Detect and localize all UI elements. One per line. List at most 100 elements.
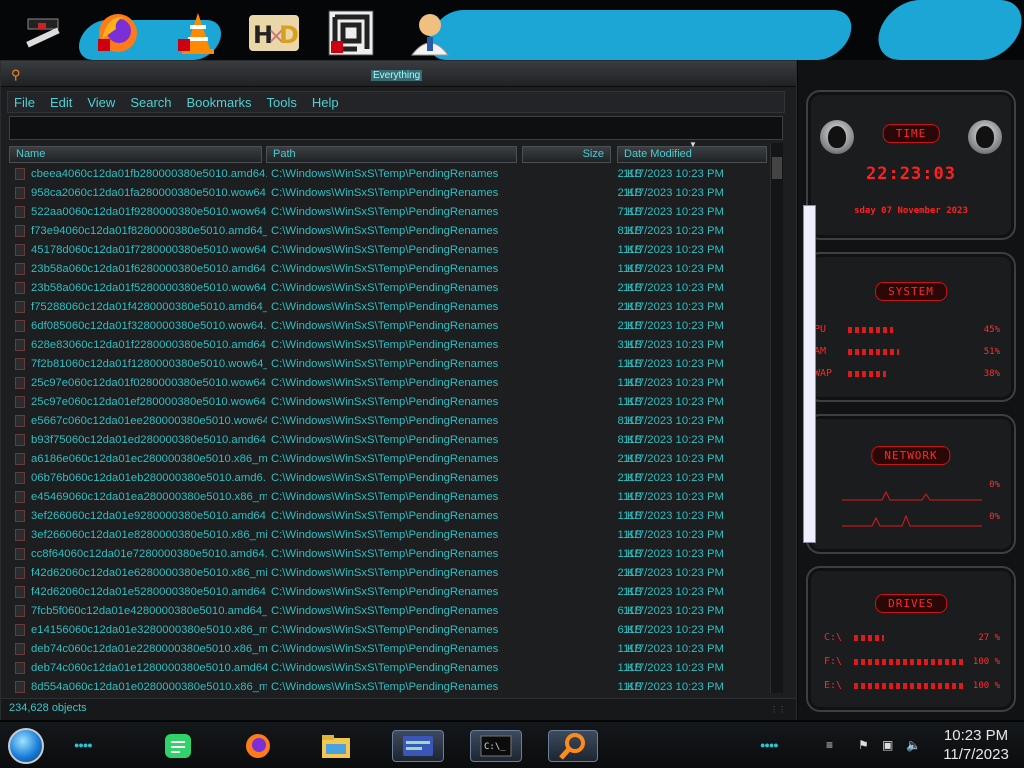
table-row[interactable]: cc8f64060c12da01e7280000380e5010.amd64..… [9,546,771,565]
column-path[interactable]: Path [266,146,517,163]
everything-search-icon[interactable] [548,730,598,762]
hxd-icon[interactable]: H × D [248,8,300,58]
table-row[interactable]: deb74c060c12da01e1280000380e5010.amd64..… [9,660,771,679]
table-row[interactable]: 3ef266060c12da01e8280000380e5010.x86_mi.… [9,527,771,546]
cell-date: 11/7/2023 10:23 PM [623,168,724,180]
table-row[interactable]: f73e94060c12da01f8280000380e5010.amd64_.… [9,223,771,242]
cell-name: 06b76b060c12da01eb280000380e5010.amd6... [31,472,267,484]
menu-edit[interactable]: Edit [44,95,78,110]
file-icon [15,225,25,237]
table-row[interactable]: cbeea4060c12da01fb280000380e5010.amd64..… [9,166,771,185]
system-gadget-title: SYSTEM [875,282,947,301]
table-row[interactable]: 7f2b81060c12da01f1280000380e5010.wow64_.… [9,356,771,375]
gadget-date: sday 07 November 2023 [854,206,968,216]
file-icon [15,453,25,465]
alien-head-icon [968,120,1002,154]
table-row[interactable]: b93f75060c12da01ed280000380e5010.amd64..… [9,432,771,451]
file-explorer-icon[interactable] [314,730,358,762]
search-input[interactable] [9,116,783,140]
magnifier-icon: ⚲ [11,67,21,82]
table-row[interactable]: 23b58a060c12da01f5280000380e5010.wow64..… [9,280,771,299]
table-row[interactable]: 522aa0060c12da01f9280000380e5010.wow64..… [9,204,771,223]
action-center-flag-icon[interactable]: ⚑ [858,738,872,752]
alien-head-icon [820,120,854,154]
network-out-value: 0% [989,512,1000,522]
table-row[interactable]: 958ca2060c12da01fa280000380e5010.wow64..… [9,185,771,204]
network-in-value: 0% [989,480,1000,490]
scrollbar-thumb[interactable] [772,157,782,179]
system-gadget: SYSTEM PU 45% AM 51% WAP 38% [806,252,1016,402]
tool-app-icon[interactable] [18,8,70,58]
cell-path: C:\Windows\WinSxS\Temp\PendingRenames [271,662,499,674]
table-row[interactable]: e14156060c12da01e3280000380e5010.x86_mi.… [9,622,771,641]
menu-tools[interactable]: Tools [261,95,303,110]
cell-path: C:\Windows\WinSxS\Temp\PendingRenames [271,453,499,465]
menu-bookmarks[interactable]: Bookmarks [181,95,258,110]
file-icon [15,529,25,541]
table-row[interactable]: 6df085060c12da01f3280000380e5010.wow64..… [9,318,771,337]
column-name[interactable]: Name [9,146,262,163]
title-bar[interactable]: ⚲ Everything [1,61,796,87]
taskbar-clock[interactable]: 10:23 PM 11/7/2023 [934,726,1018,764]
firefox-icon[interactable] [236,730,280,762]
everything-window: ⚲ Everything File Edit View Search Bookm… [0,60,797,720]
table-row[interactable]: e45469060c12da01ea280000380e5010.x86_mi.… [9,489,771,508]
drive-label: E:\ [824,680,843,691]
table-row[interactable]: 45178d060c12da01f7280000380e5010.wow64..… [9,242,771,261]
table-row[interactable]: 06b76b060c12da01eb280000380e5010.amd6...… [9,470,771,489]
cell-date: 11/7/2023 10:23 PM [623,358,724,370]
terminal-icon[interactable]: C:\_ [470,730,522,762]
network-gadget: NETWORK 0% 0% [806,414,1016,554]
maze-app-icon[interactable] [325,8,377,58]
vlc-icon[interactable] [172,8,224,58]
table-row[interactable]: 25c97e060c12da01ef280000380e5010.wow64..… [9,394,771,413]
table-row[interactable]: 7fcb5f060c12da01e4280000380e5010.amd64_.… [9,603,771,622]
column-size[interactable]: Size [522,146,611,163]
file-icon [15,510,25,522]
decor-dots: ●●●● [74,740,93,750]
file-icon [15,662,25,674]
file-icon [15,187,25,199]
system-level-bar [848,371,886,377]
svg-text:C:\_: C:\_ [484,742,506,752]
cell-date: 11/7/2023 10:23 PM [623,605,724,617]
table-row[interactable]: 8d554a060c12da01e0280000380e5010.x86_m..… [9,679,771,696]
file-icon [15,548,25,560]
table-row[interactable]: 25c97e060c12da01f0280000380e5010.wow64..… [9,375,771,394]
firefox-icon[interactable] [92,8,144,58]
table-row[interactable]: 23b58a060c12da01f6280000380e5010.amd64..… [9,261,771,280]
table-row[interactable]: f42d62060c12da01e5280000380e5010.amd64..… [9,584,771,603]
file-icon [15,168,25,180]
menu-bar: File Edit View Search Bookmarks Tools He… [7,91,785,113]
start-button[interactable] [8,728,44,764]
table-row[interactable]: deb74c060c12da01e2280000380e5010.x86_m..… [9,641,771,660]
cell-name: 7f2b81060c12da01f1280000380e5010.wow64_.… [31,358,267,370]
table-row[interactable]: f75288060c12da01f4280000380e5010.amd64_.… [9,299,771,318]
cell-path: C:\Windows\WinSxS\Temp\PendingRenames [271,681,499,693]
menu-help[interactable]: Help [306,95,345,110]
cell-date: 11/7/2023 10:23 PM [623,244,724,256]
file-icon [15,320,25,332]
user-avatar-icon[interactable] [404,8,456,58]
table-row[interactable]: 628e83060c12da01f2280000380e5010.amd64..… [9,337,771,356]
menu-search[interactable]: Search [124,95,177,110]
vertical-scrollbar[interactable] [770,143,783,693]
cell-path: C:\Windows\WinSxS\Temp\PendingRenames [271,472,499,484]
table-row[interactable]: f42d62060c12da01e6280000380e5010.x86_mi.… [9,565,771,584]
file-icon [15,472,25,484]
table-row[interactable]: a6186e060c12da01ec280000380e5010.x86_mi.… [9,451,771,470]
cell-name: 23b58a060c12da01f5280000380e5010.wow64..… [31,282,267,294]
network-tray-icon[interactable]: ▣ [882,738,896,752]
cell-path: C:\Windows\WinSxS\Temp\PendingRenames [271,643,499,655]
cell-date: 11/7/2023 10:23 PM [623,453,724,465]
menu-file[interactable]: File [8,95,41,110]
resize-grip-icon[interactable]: ⋮⋮ [770,705,786,714]
network-gadget-title: NETWORK [871,446,951,465]
table-row[interactable]: 3ef266060c12da01e9280000380e5010.amd64..… [9,508,771,527]
id-card-app-icon[interactable] [392,730,444,762]
notes-app-icon[interactable] [156,730,200,762]
menu-view[interactable]: View [81,95,121,110]
show-desktop-icon[interactable]: ≡ [826,738,840,752]
table-row[interactable]: e5667c060c12da01ee280000380e5010.wow64..… [9,413,771,432]
volume-icon[interactable]: 🔈 [906,738,921,752]
